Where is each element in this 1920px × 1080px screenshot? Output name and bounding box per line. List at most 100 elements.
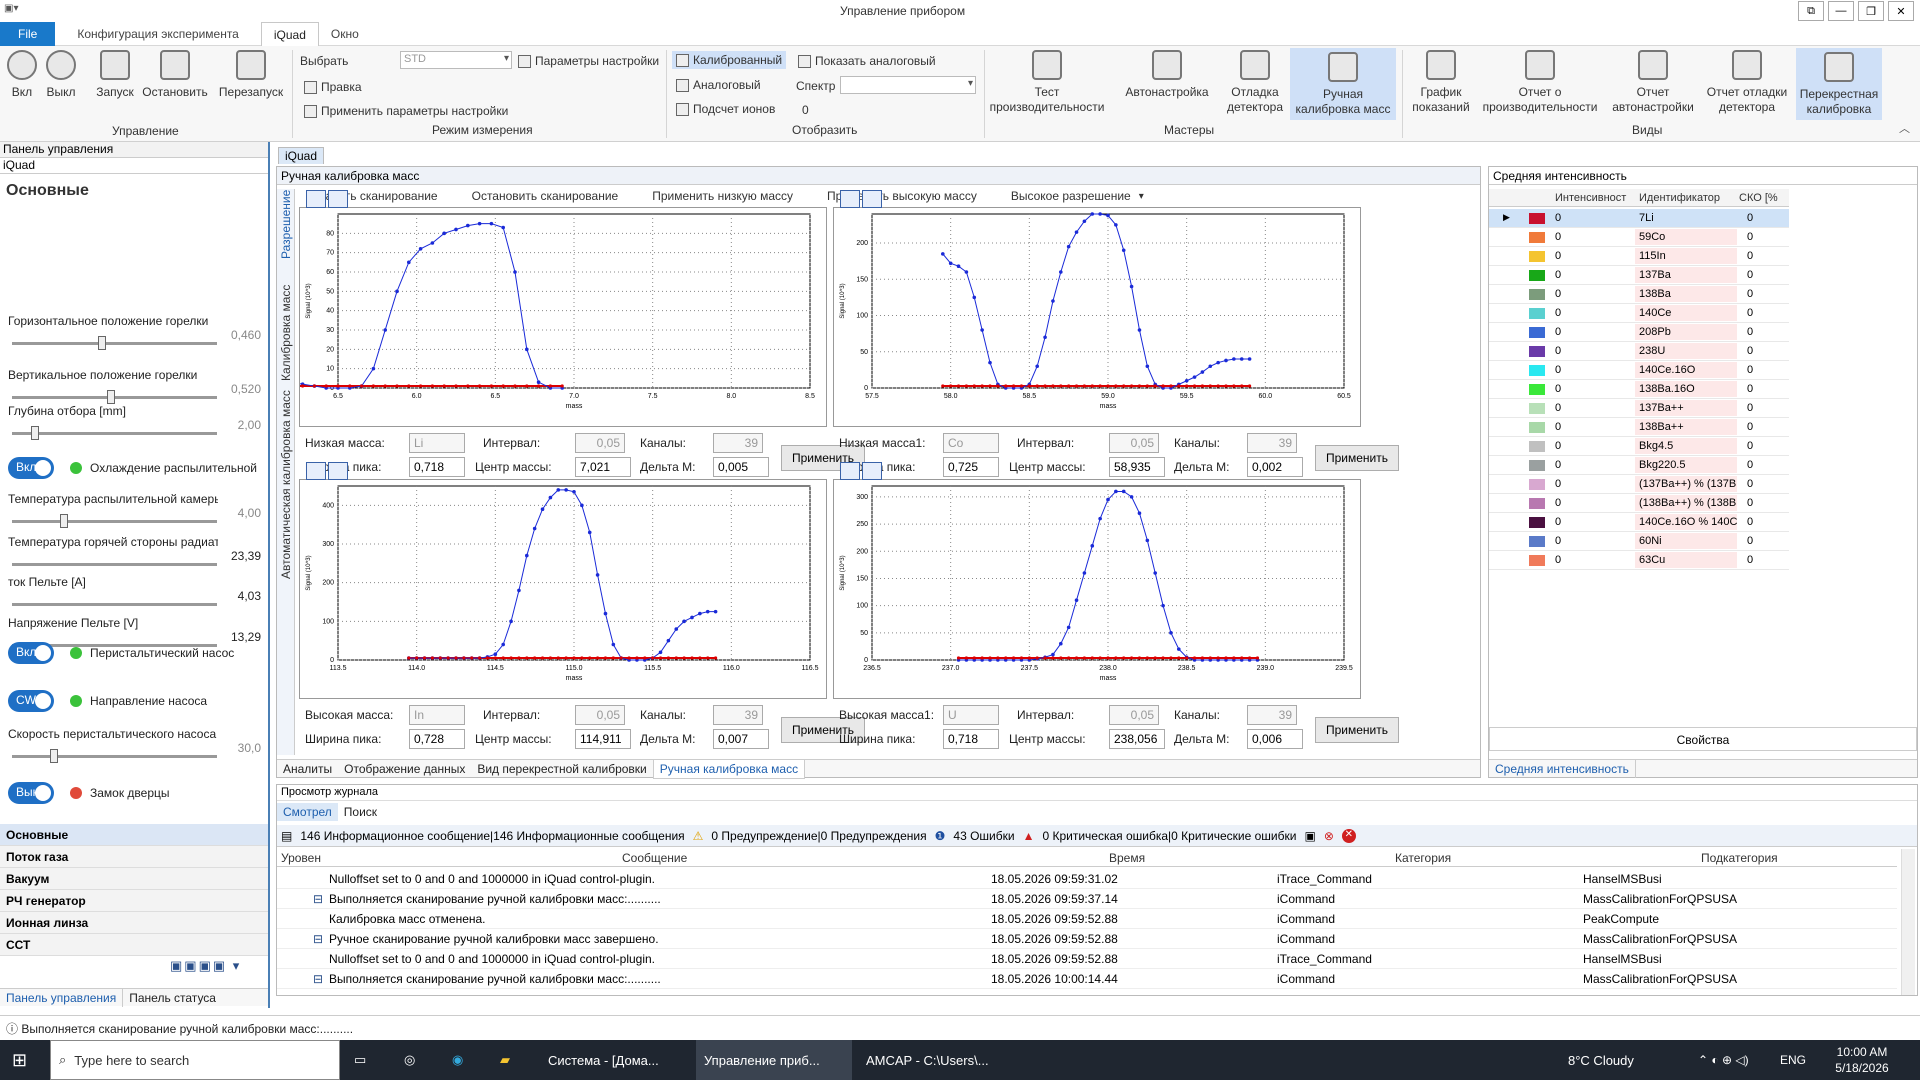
log-row[interactable]: Калибровка масс отменена. 18.05.2026 09:5… — [277, 909, 1897, 929]
toggle-switch[interactable]: Вкл — [8, 457, 54, 479]
slider-track[interactable] — [12, 342, 217, 345]
close-log-icon[interactable]: ✕ — [1341, 828, 1356, 843]
side-tab-auto-calibration[interactable]: Автоматическая калибровка масс — [279, 389, 293, 579]
intensity-row[interactable]: 0 238U 0 — [1489, 342, 1789, 361]
nav-item[interactable]: Вакуум — [0, 868, 268, 890]
channels-stepper[interactable]: 39 — [1247, 705, 1297, 725]
tab-search[interactable]: Поиск — [338, 803, 383, 821]
menu-iquad[interactable]: iQuad — [260, 21, 319, 46]
slider-track[interactable] — [12, 603, 217, 606]
tab-avg-intensity[interactable]: Средняя интенсивность — [1489, 760, 1636, 778]
slider-thumb[interactable] — [97, 336, 106, 350]
peak-width-field[interactable]: 0,725 — [943, 457, 999, 477]
mass-combo[interactable]: Li — [409, 433, 465, 453]
channels-stepper[interactable]: 39 — [1247, 433, 1297, 453]
intensity-row[interactable]: 0 138Ba.16O 0 — [1489, 380, 1789, 399]
collapse-ribbon-icon[interactable]: ︿ — [1899, 120, 1910, 136]
intensity-row[interactable]: 0 63Cu 0 — [1489, 551, 1789, 570]
minimize-button[interactable]: — — [1828, 1, 1854, 21]
plot-svg[interactable]: 57.5 58.0 58.5 59.0 59.5 60.0 60.5 0 50 100 150 200… — [834, 208, 1360, 426]
error-icon[interactable]: ❶ — [935, 829, 946, 843]
intensity-row[interactable]: 0 (138Ba++) % (138B 0 — [1489, 494, 1789, 513]
autotune-report-button[interactable]: Отчет автонастройки — [1610, 46, 1696, 115]
intensity-row[interactable]: 0 138Ba++ 0 — [1489, 418, 1789, 437]
overflow-icon[interactable]: ▾ — [1139, 191, 1144, 202]
tab-cross-cal-view[interactable]: Вид перекрестной калибровки — [471, 760, 652, 778]
mass-center-field[interactable]: 58,935 — [1109, 457, 1165, 477]
interval-stepper[interactable]: 0,05 — [575, 433, 625, 453]
close-button[interactable]: ✕ — [1888, 1, 1914, 21]
mass-combo[interactable]: Co — [943, 433, 999, 453]
zoom-icon[interactable] — [306, 190, 326, 208]
peak-width-field[interactable]: 0,718 — [409, 457, 465, 477]
warning-icon[interactable]: ⚠ — [693, 829, 704, 843]
clock[interactable]: 10:00 AM 5/18/2026 — [1822, 1044, 1902, 1076]
log-row[interactable]: Nulloffset set to 0 and 0 and 1000000 in… — [277, 869, 1897, 889]
tab-status-panel[interactable]: Панель статуса — [123, 989, 222, 1007]
nav-item[interactable]: РЧ генератор — [0, 890, 268, 912]
zoom-icon[interactable] — [306, 462, 326, 480]
error-count[interactable]: 43 Ошибки — [953, 829, 1014, 843]
manual-cal-button[interactable]: Ручная калибровка масс — [1290, 48, 1396, 120]
cross-cal-button[interactable]: Перекрестная калибровка — [1796, 48, 1882, 120]
intensity-row[interactable]: 0 Bkg220.5 0 — [1489, 456, 1789, 475]
tab-control-panel[interactable]: Панель управления — [0, 988, 124, 1007]
slider-track[interactable] — [12, 563, 217, 566]
doc-tab-iquad[interactable]: iQuad — [278, 147, 325, 164]
weather-widget[interactable]: 8°C Cloudy — [1560, 1040, 1690, 1080]
expand-icon[interactable]: ⊟ — [313, 932, 323, 946]
taskbar-app-control[interactable]: Управление приб... — [696, 1040, 852, 1080]
critical-count[interactable]: 0 Критическая ошибка|0 Критические ошибк… — [1042, 829, 1296, 843]
copilot-icon[interactable]: ◎ — [396, 1040, 436, 1080]
mass-combo[interactable]: U — [943, 705, 999, 725]
stop-scan-button[interactable]: Остановить сканирование — [472, 189, 619, 203]
perf-report-button[interactable]: Отчет о производительности — [1480, 46, 1600, 115]
intensity-row[interactable]: 0 115In 0 — [1489, 247, 1789, 266]
intensity-row[interactable]: 0 140Ce 0 — [1489, 304, 1789, 323]
nav-item[interactable]: Основные — [0, 824, 268, 846]
interval-stepper[interactable]: 0,05 — [1109, 705, 1159, 725]
perf-test-button[interactable]: Тест производительности — [990, 46, 1104, 115]
expand-icon[interactable]: ⊟ — [313, 892, 323, 906]
properties-button[interactable]: Свойства — [1489, 727, 1917, 751]
menu-file[interactable]: File — [0, 21, 56, 46]
col-category[interactable]: Категория — [1395, 851, 1451, 865]
col-time[interactable]: Время — [1109, 851, 1145, 865]
delta-m-field[interactable]: 0,002 — [1247, 457, 1303, 477]
col-intensity[interactable]: Интенсивност — [1555, 192, 1626, 204]
slider-thumb[interactable] — [50, 749, 58, 763]
off-button[interactable]: Выкл — [44, 46, 78, 100]
show-analog-button[interactable]: Показать аналоговый — [798, 54, 936, 68]
delta-m-field[interactable]: 0,005 — [713, 457, 769, 477]
tab-data-display[interactable]: Отображение данных — [338, 760, 471, 778]
intensity-row[interactable]: 0 Bkg4.5 0 — [1489, 437, 1789, 456]
windows-start-icon[interactable]: ⊞ — [4, 1040, 44, 1080]
toggle-switch[interactable]: Выкл — [8, 782, 54, 804]
peak-width-field[interactable]: 0,718 — [943, 729, 999, 749]
edge-icon[interactable]: ◉ — [444, 1040, 484, 1080]
log-row[interactable]: ⊟ Выполняется сканирование ручной калибро… — [277, 889, 1897, 909]
apply-button[interactable]: Применить — [1315, 445, 1400, 471]
slider-thumb[interactable] — [59, 514, 68, 528]
peak-width-field[interactable]: 0,728 — [409, 729, 465, 749]
critical-icon[interactable]: ▲ — [1023, 829, 1035, 843]
restore-icon[interactable]: ⧉ — [1798, 1, 1824, 21]
menu-config[interactable]: Конфигурация эксперимента — [65, 22, 251, 46]
autotune-button[interactable]: Автонастройка — [1124, 46, 1210, 100]
nav-config-icons[interactable]: ▣▣▣▣ ▾ — [170, 958, 241, 974]
settings-params-button[interactable]: Параметры настройки — [518, 54, 659, 68]
calibrated-button[interactable]: Калиброванный — [672, 51, 787, 69]
on-button[interactable]: Вкл — [6, 46, 38, 100]
intensity-row[interactable]: 0 138Ba 0 — [1489, 285, 1789, 304]
task-view-icon[interactable]: ▭ — [346, 1040, 386, 1080]
taskbar-app-amcap[interactable]: AMCAP - C:\Users\... — [858, 1040, 1008, 1080]
mass-center-field[interactable]: 7,021 — [575, 457, 631, 477]
tab-analytes[interactable]: Аналиты — [277, 760, 338, 778]
info-count[interactable]: 146 Информационное сообщение|146 Информа… — [300, 829, 684, 843]
menu-window[interactable]: Окно — [319, 22, 371, 46]
plot-svg[interactable]: 236.5 237.0 237.5 238.0 238.5 239.0 239.5 0 50 10… — [834, 480, 1360, 698]
language-indicator[interactable]: ENG — [1772, 1040, 1812, 1080]
side-tab-resolution[interactable]: Разрешение — [279, 190, 293, 259]
log-row[interactable]: ⊟ Ручное сканирование ручной калибровки м… — [277, 929, 1897, 949]
log-row[interactable]: ⊟ Выполняется сканирование ручной калибро… — [277, 969, 1897, 989]
